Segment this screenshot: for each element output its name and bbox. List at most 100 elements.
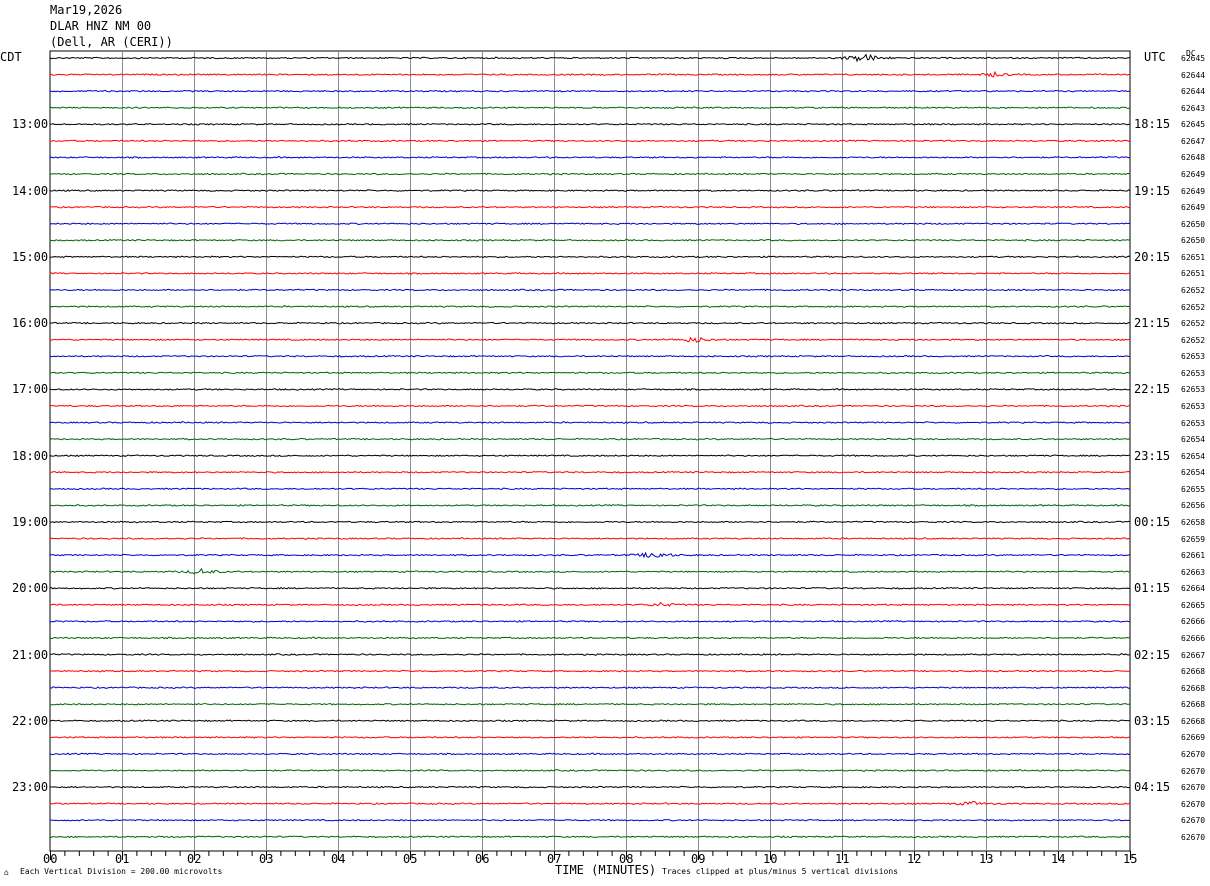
seismic-trace: [49, 470, 1131, 474]
dc-offset-value: 62654: [1181, 468, 1206, 478]
dc-offset-value: 62656: [1181, 501, 1206, 511]
x-tick-label: 15: [1123, 852, 1138, 866]
dc-offset-value: 62648: [1181, 153, 1206, 163]
seismic-trace: [49, 520, 1131, 524]
x-tick-label: 11: [835, 852, 850, 866]
x-tick-label: 01: [115, 852, 130, 866]
dc-offset-value: 62668: [1181, 683, 1206, 693]
seismic-trace: [49, 686, 1130, 690]
x-tick-label: 03: [259, 852, 274, 866]
dc-offset-value: 62670: [1181, 832, 1206, 842]
seismic-trace: [49, 122, 1131, 126]
plot-frame: [49, 50, 1131, 852]
right-hour-label: 21:15: [1134, 316, 1171, 331]
x-tick-label: 14: [1051, 852, 1066, 866]
x-tick-label: 02: [187, 852, 202, 866]
dc-offset-value: 62668: [1181, 716, 1206, 726]
dc-offset-value: 62653: [1181, 385, 1206, 395]
seismic-trace: [49, 785, 1131, 789]
dc-offset-value: 62647: [1181, 136, 1206, 146]
left-hour-label: 21:00: [12, 647, 49, 662]
left-hour-label: 13:00: [12, 117, 49, 132]
dc-offset-value: 62643: [1181, 103, 1206, 113]
dc-offset-value: 62653: [1181, 368, 1206, 378]
seismic-trace: [49, 255, 1131, 259]
dc-offset-value: 62663: [1181, 567, 1206, 577]
dc-offset-value: 62668: [1181, 700, 1206, 710]
dc-offset-value: 62654: [1181, 451, 1206, 461]
seismic-trace: [49, 156, 1131, 159]
seismic-trace: [49, 537, 1131, 540]
right-hour-label: 23:15: [1134, 448, 1171, 463]
scale-note: Each Vertical Division = 200.00 microvol…: [20, 867, 223, 876]
x-tick-label: 13: [979, 852, 994, 866]
dc-offset-value: 62668: [1181, 667, 1206, 677]
seismic-trace: [49, 752, 1131, 756]
seismic-trace: [49, 437, 1131, 441]
seismic-trace: [49, 305, 1131, 308]
seismic-trace: [49, 53, 1131, 63]
logo-mark: ⌂: [4, 868, 9, 877]
seismic-trace: [49, 189, 1131, 192]
right-hour-label: 19:15: [1134, 183, 1171, 198]
right-hour-label: 01:15: [1134, 581, 1171, 596]
dc-offset-value: 62649: [1181, 203, 1206, 213]
seismic-trace: [49, 620, 1131, 623]
x-tick-label: 10: [763, 852, 778, 866]
dc-offset-value: 62665: [1181, 600, 1206, 610]
seismic-trace: [49, 504, 1131, 507]
dc-offset-value: 62644: [1181, 87, 1206, 97]
seismic-trace: [49, 818, 1131, 822]
x-tick-label: 00: [43, 852, 58, 866]
left-hour-label: 18:00: [12, 448, 49, 463]
helicorder-plot: [49, 50, 1131, 860]
dc-offset-value: 62670: [1181, 749, 1206, 759]
dc-offset-value: 62655: [1181, 484, 1206, 494]
dc-offset-value: 62670: [1181, 799, 1206, 809]
seismic-trace: [49, 800, 1131, 806]
seismic-trace: [49, 89, 1130, 93]
dc-offset-value: 62653: [1181, 401, 1206, 411]
left-hour-label: 15:00: [12, 249, 49, 264]
dc-offset-value: 62652: [1181, 285, 1206, 295]
seismic-trace: [49, 702, 1131, 706]
x-tick-label: 05: [403, 852, 418, 866]
seismic-trace: [49, 371, 1131, 375]
dc-offset-value: 62658: [1181, 517, 1206, 527]
seismic-trace: [49, 288, 1131, 292]
dc-offset-value: 62645: [1181, 54, 1206, 63]
right-hour-label: 00:15: [1134, 514, 1171, 529]
seismic-trace: [49, 567, 1131, 575]
dc-offset-value: 62649: [1181, 186, 1206, 196]
right-hour-label: 04:15: [1134, 780, 1171, 795]
clip-note: Traces clipped at plus/minus 5 vertical …: [662, 867, 899, 876]
x-axis-title: TIME (MINUTES): [555, 863, 657, 877]
dc-offset-value: 62650: [1181, 219, 1206, 229]
dc-offset-value: 62651: [1181, 269, 1206, 279]
x-tick-label: 09: [691, 852, 706, 866]
dc-offset-value: 62650: [1181, 236, 1206, 246]
seismic-trace: [49, 205, 1131, 209]
dc-offset-value: 62669: [1181, 733, 1206, 743]
left-hour-label: 20:00: [12, 581, 49, 596]
seismic-trace: [49, 586, 1131, 590]
seismic-trace: [49, 421, 1131, 424]
seismic-trace: [49, 669, 1131, 673]
dc-offset-value: 62644: [1181, 70, 1206, 80]
seismic-trace: [49, 736, 1131, 739]
dc-offset-value: 62652: [1181, 319, 1206, 329]
dc-offset-value: 62652: [1181, 302, 1206, 312]
dc-offset-value: 62653: [1181, 352, 1206, 362]
seismic-trace: [49, 106, 1131, 110]
seismic-trace: [49, 719, 1131, 723]
seismic-trace: [49, 769, 1131, 772]
left-hour-label: 16:00: [12, 316, 49, 331]
seismic-trace: [49, 404, 1131, 408]
seismic-trace: [49, 272, 1131, 275]
dc-offset-value: 62670: [1181, 816, 1206, 826]
seismic-trace: [49, 636, 1131, 640]
seismic-trace: [49, 835, 1131, 839]
seismic-trace: [49, 354, 1131, 358]
right-hour-label: 20:15: [1134, 249, 1171, 264]
seismic-trace: [49, 172, 1131, 176]
